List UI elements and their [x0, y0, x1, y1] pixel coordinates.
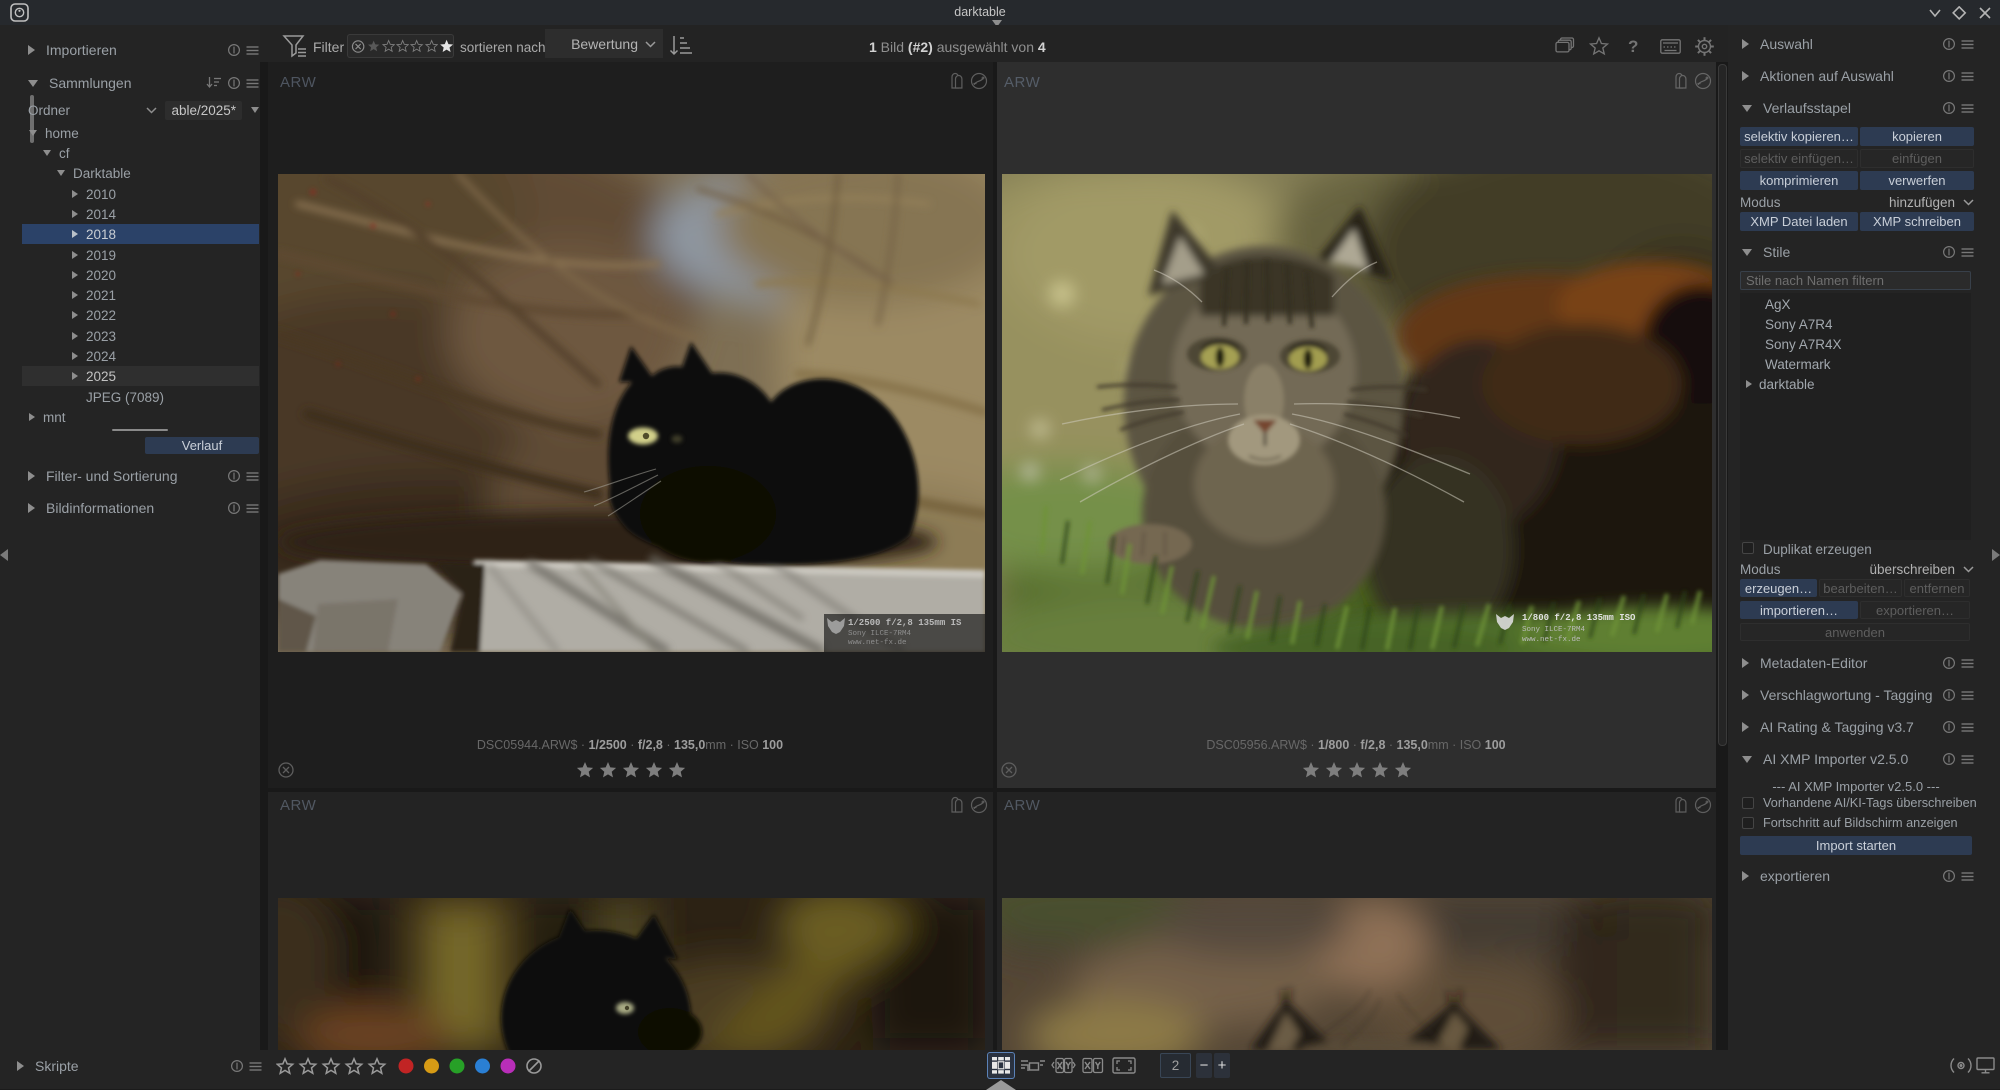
svg-text:www.net-fx.de: www.net-fx.de	[1522, 636, 1581, 644]
svg-text:Sony ILCE-7RM4: Sony ILCE-7RM4	[1522, 626, 1586, 634]
svg-text:Sony ILCE-7RM4: Sony ILCE-7RM4	[848, 630, 912, 638]
svg-text:1/800 f/2,8 135mm ISO: 1/800 f/2,8 135mm ISO	[1522, 613, 1636, 623]
svg-text:1/2500 f/2,8 135mm IS: 1/2500 f/2,8 135mm IS	[848, 618, 962, 628]
svg-text:www.net-fx.de: www.net-fx.de	[848, 639, 907, 647]
